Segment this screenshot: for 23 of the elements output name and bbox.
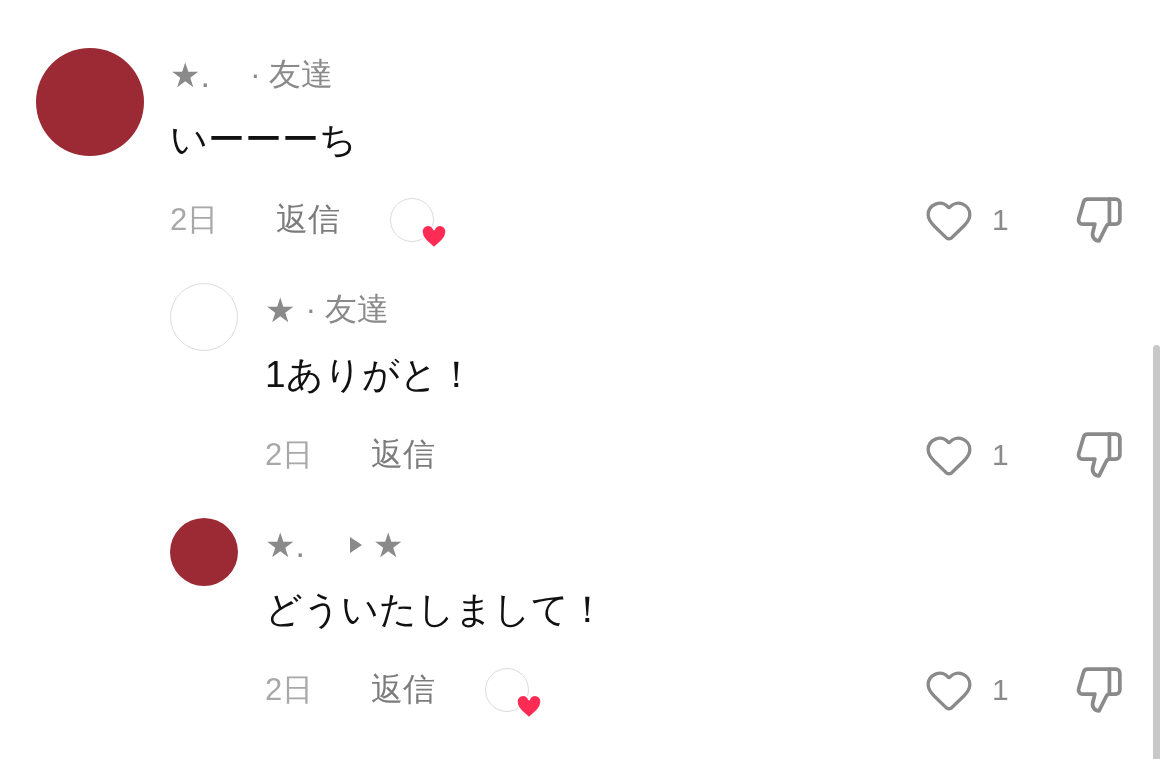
username[interactable]: ★	[265, 290, 296, 330]
reply-button[interactable]: 返信	[371, 433, 435, 477]
username[interactable]: ★.	[170, 55, 210, 95]
triangle-icon	[348, 536, 363, 554]
friend-label: · 友達	[305, 290, 390, 329]
username[interactable]: ★.	[265, 525, 305, 565]
comment-text: 1ありがと！	[265, 353, 476, 397]
dislike-button[interactable]	[1074, 195, 1124, 245]
dislike-button[interactable]	[1074, 430, 1124, 480]
timestamp: 2日	[265, 671, 315, 709]
reply-to-username[interactable]: ★	[372, 525, 404, 565]
comment-text: どういたしまして！	[265, 588, 607, 632]
like-count: 1	[992, 203, 1010, 237]
comment-text: いーーーち	[170, 118, 358, 162]
timestamp: 2日	[265, 436, 315, 474]
scrollbar[interactable]	[1153, 345, 1160, 759]
reply-button[interactable]: 返信	[371, 668, 435, 712]
timestamp: 2日	[170, 201, 220, 239]
reply-button[interactable]: 返信	[276, 198, 340, 242]
like-count: 1	[992, 673, 1010, 707]
like-count: 1	[992, 438, 1010, 472]
friend-label: · 友達	[249, 55, 334, 94]
dislike-button[interactable]	[1074, 665, 1124, 715]
